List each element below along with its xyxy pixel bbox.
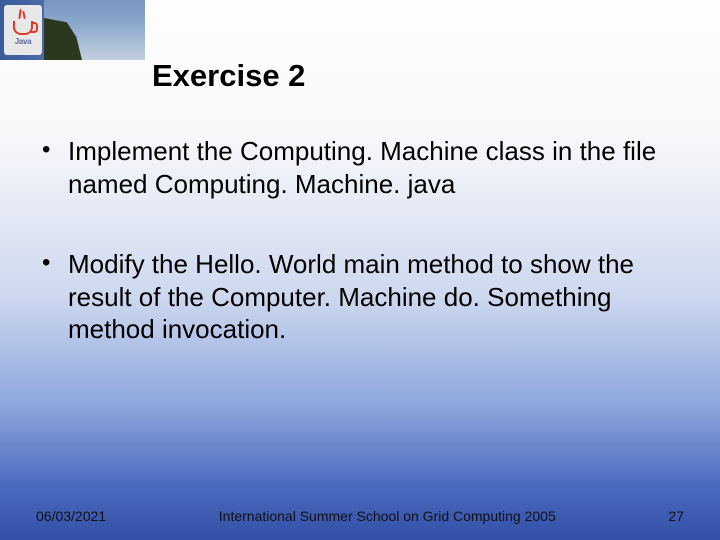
landscape-photo [44, 0, 145, 60]
java-logo-text: Java [15, 37, 32, 46]
footer-venue: International Summer School on Grid Comp… [146, 508, 628, 524]
slide-footer: 06/03/2021 International Summer School o… [0, 508, 720, 524]
footer-date: 06/03/2021 [36, 508, 106, 524]
bullet-item: Implement the Computing. Machine class i… [30, 135, 690, 200]
footer-page-number: 27 [668, 508, 684, 524]
slide-title: Exercise 2 [152, 58, 305, 94]
steam-icon [22, 11, 25, 19]
slide: Java Exercise 2 Implement the Computing.… [0, 0, 720, 540]
slide-content: Implement the Computing. Machine class i… [30, 135, 690, 394]
cup-icon [13, 21, 33, 35]
java-logo-icon: Java [4, 5, 42, 55]
cliff-shape [44, 18, 82, 60]
header-banner: Java [0, 0, 145, 60]
bullet-item: Modify the Hello. World main method to s… [30, 248, 690, 346]
steam-icon [18, 9, 21, 19]
